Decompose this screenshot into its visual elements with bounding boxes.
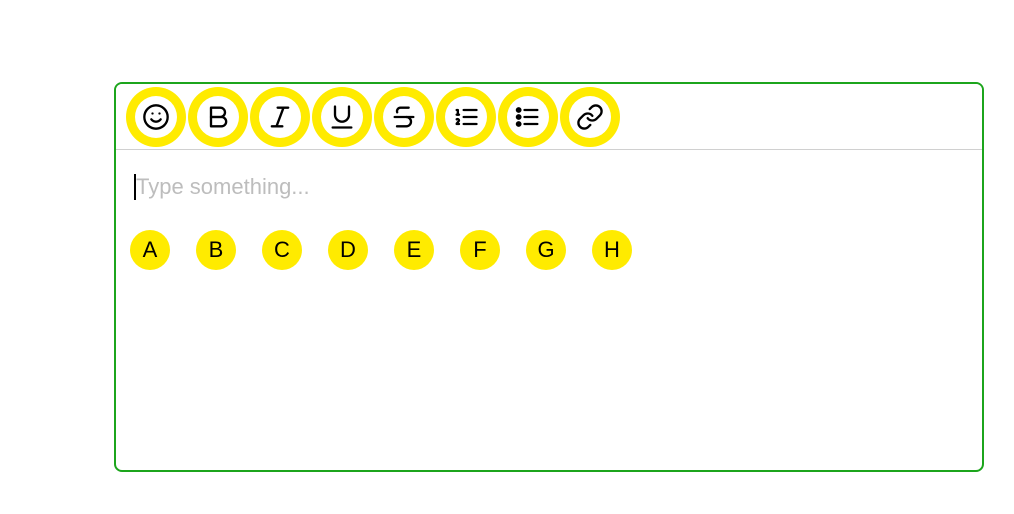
italic-icon	[259, 96, 301, 138]
badge-b: B	[196, 230, 236, 270]
badge-h: H	[592, 230, 632, 270]
editor-placeholder: Type something...	[136, 174, 310, 200]
editor-frame: Type something... A B C D E F G H	[114, 82, 984, 472]
bold-icon	[197, 96, 239, 138]
toolbar-buttons	[116, 84, 622, 150]
bold-button[interactable]	[188, 87, 248, 147]
badge-row: A B C D E F G H	[130, 230, 632, 270]
emoji-icon	[135, 96, 177, 138]
emoji-button[interactable]	[126, 87, 186, 147]
badge-c: C	[262, 230, 302, 270]
editor-content[interactable]: Type something... A B C D E F G H	[116, 150, 982, 470]
badge-g: G	[526, 230, 566, 270]
editor-toolbar	[116, 84, 982, 150]
strikethrough-button[interactable]	[374, 87, 434, 147]
badge-d: D	[328, 230, 368, 270]
editor-line-1: Type something...	[134, 174, 964, 204]
underline-button[interactable]	[312, 87, 372, 147]
badge-f: F	[460, 230, 500, 270]
underline-icon	[321, 96, 363, 138]
badge-e: E	[394, 230, 434, 270]
app-stage: Type something... A B C D E F G H	[0, 0, 1014, 514]
unordered-list-icon	[507, 96, 549, 138]
italic-button[interactable]	[250, 87, 310, 147]
ordered-list-button[interactable]	[436, 87, 496, 147]
link-icon	[569, 96, 611, 138]
link-button[interactable]	[560, 87, 620, 147]
strikethrough-icon	[383, 96, 425, 138]
ordered-list-icon	[445, 96, 487, 138]
badge-a: A	[130, 230, 170, 270]
unordered-list-button[interactable]	[498, 87, 558, 147]
